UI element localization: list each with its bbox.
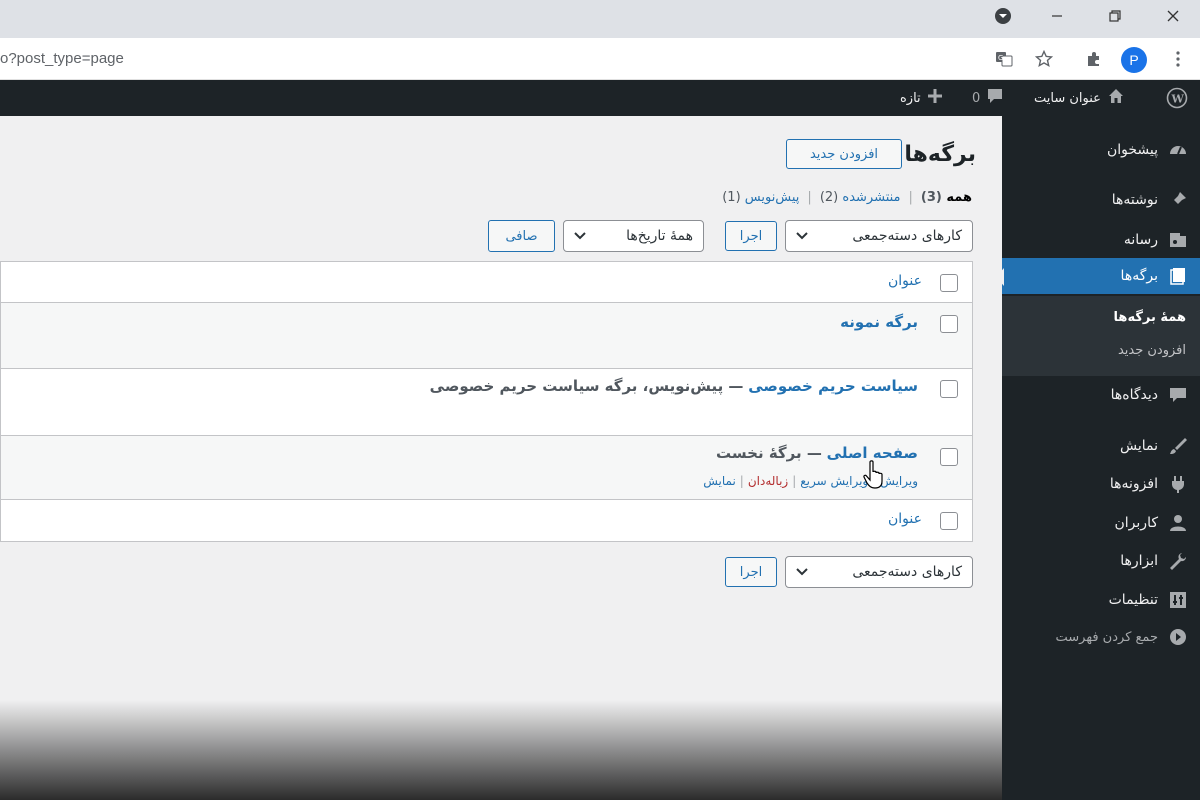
close-icon[interactable] bbox=[1150, 0, 1196, 32]
row-title: سیاست حریم خصوصی — پیش‌نویس، برگه سیاست … bbox=[429, 377, 918, 395]
address-bar: o?post_type=page G bbox=[0, 38, 1200, 80]
site-name: عنوان سایت bbox=[1034, 90, 1101, 106]
row-checkbox[interactable] bbox=[940, 380, 958, 398]
date-filter-select[interactable]: همهٔ تاریخ‌ها bbox=[563, 220, 704, 252]
sidebar-item-tools[interactable]: ابزارها bbox=[1002, 543, 1200, 579]
filter-draft[interactable]: پیش‌نویس (1) bbox=[722, 190, 799, 205]
comments-count: 0 bbox=[972, 90, 981, 106]
trash-link[interactable]: زباله‌دان bbox=[748, 474, 788, 488]
pages-icon bbox=[1168, 266, 1188, 286]
sidebar-item-users[interactable]: کاربران bbox=[1002, 505, 1200, 541]
browser-titlebar bbox=[0, 0, 1200, 38]
dashboard-icon bbox=[1168, 140, 1188, 160]
filter-all[interactable]: همه (3) bbox=[921, 190, 972, 205]
tab-search-icon[interactable] bbox=[980, 0, 1026, 32]
column-title-footer[interactable]: عنوان bbox=[888, 511, 922, 527]
media-icon bbox=[1168, 230, 1188, 250]
select-all-checkbox-footer[interactable] bbox=[940, 512, 958, 530]
user-icon bbox=[1168, 513, 1188, 533]
sidebar-item-posts[interactable]: نوشته‌ها bbox=[1002, 182, 1200, 218]
bookmark-star-icon[interactable] bbox=[1032, 47, 1056, 71]
profile-avatar[interactable]: P bbox=[1121, 47, 1147, 73]
row-title-link[interactable]: سیاست حریم خصوصی bbox=[748, 377, 918, 395]
apply-button-bottom[interactable]: اجرا bbox=[725, 557, 777, 587]
site-name-link[interactable]: عنوان سایت bbox=[1034, 80, 1125, 116]
add-new-button[interactable]: افزودن جدید bbox=[786, 139, 902, 169]
row-checkbox[interactable] bbox=[940, 315, 958, 333]
main-content: برگه‌ها افزودن جدید همه (3) | منتشرشده (… bbox=[0, 116, 1002, 800]
collapse-icon bbox=[1168, 627, 1188, 647]
wrench-icon bbox=[1168, 551, 1188, 571]
minimize-icon[interactable] bbox=[1034, 0, 1080, 32]
plus-icon bbox=[927, 88, 943, 108]
row-checkbox[interactable] bbox=[940, 448, 958, 466]
table-footer-row: عنوان bbox=[1, 500, 972, 541]
pages-table: عنوان برگه نمونه سیاست حریم خصوصی — پیش‌… bbox=[0, 261, 973, 542]
view-link[interactable]: نمایش bbox=[703, 474, 736, 488]
table-row: برگه نمونه bbox=[1, 303, 972, 369]
sidebar-collapse-menu[interactable]: جمع کردن فهرست bbox=[1002, 619, 1200, 655]
submenu-add-new[interactable]: افزودن جدید bbox=[1118, 343, 1186, 358]
bottom-shade bbox=[0, 700, 1002, 800]
table-header-row: عنوان bbox=[1, 262, 972, 303]
wp-admin-bar: W عنوان سایت 0 تازه bbox=[0, 80, 1200, 116]
status-filter-links: همه (3) | منتشرشده (2) | پیش‌نویس (1) bbox=[722, 190, 972, 205]
sidebar-item-appearance[interactable]: نمایش bbox=[1002, 428, 1200, 464]
apply-button-top[interactable]: اجرا bbox=[725, 221, 777, 251]
chevron-down-icon bbox=[796, 566, 808, 579]
hand-pointer-icon bbox=[863, 460, 883, 489]
extensions-icon[interactable] bbox=[1082, 47, 1106, 71]
sidebar-item-plugins[interactable]: افزونه‌ها bbox=[1002, 466, 1200, 502]
row-title: برگه نمونه bbox=[840, 313, 918, 331]
column-title-header[interactable]: عنوان bbox=[888, 273, 922, 289]
row-title-link[interactable]: برگه نمونه bbox=[840, 313, 918, 331]
filter-button[interactable]: صافی bbox=[488, 220, 555, 252]
settings-icon bbox=[1168, 590, 1188, 610]
pages-submenu: همهٔ برگه‌ها افزودن جدید bbox=[1002, 296, 1200, 376]
comments-link[interactable]: 0 bbox=[972, 80, 1004, 116]
admin-sidebar: پیشخوان نوشته‌ها رسانه برگه‌ها همهٔ برگه… bbox=[1002, 116, 1200, 800]
comment-bubble-icon bbox=[986, 87, 1004, 109]
sidebar-item-media[interactable]: رسانه bbox=[1002, 222, 1200, 258]
submenu-all-pages[interactable]: همهٔ برگه‌ها bbox=[1114, 310, 1186, 325]
url-text[interactable]: o?post_type=page bbox=[0, 50, 124, 67]
sidebar-item-dashboard[interactable]: پیشخوان bbox=[1002, 132, 1200, 168]
select-all-checkbox[interactable] bbox=[940, 274, 958, 292]
table-row: سیاست حریم خصوصی — پیش‌نویس، برگه سیاست … bbox=[1, 369, 972, 436]
new-label: تازه bbox=[900, 90, 921, 106]
brush-icon bbox=[1168, 436, 1188, 456]
pin-icon bbox=[1168, 190, 1188, 210]
home-icon bbox=[1107, 87, 1125, 109]
sidebar-item-settings[interactable]: تنظیمات bbox=[1002, 582, 1200, 618]
bulk-actions-select-bottom[interactable]: کارهای دسته‌جمعی bbox=[785, 556, 973, 588]
new-content-link[interactable]: تازه bbox=[900, 80, 943, 116]
chevron-down-icon bbox=[574, 230, 586, 243]
svg-text:W: W bbox=[1171, 93, 1185, 106]
page-title: برگه‌ها bbox=[904, 142, 976, 167]
restore-icon[interactable] bbox=[1092, 0, 1138, 32]
chevron-down-icon bbox=[796, 230, 808, 243]
bulk-actions-select-top[interactable]: کارهای دسته‌جمعی bbox=[785, 220, 973, 252]
svg-text:G: G bbox=[998, 54, 1003, 62]
menu-icon[interactable] bbox=[1166, 47, 1190, 71]
comment-icon bbox=[1168, 385, 1188, 405]
filter-published[interactable]: منتشرشده (2) bbox=[820, 190, 901, 205]
quick-edit-link[interactable]: ویرایش سریع bbox=[800, 474, 868, 488]
sidebar-item-pages[interactable]: برگه‌ها bbox=[1002, 258, 1200, 294]
table-row: صفحه اصلی — برگهٔ نخست ویرایش | ویرایش س… bbox=[1, 436, 972, 500]
sidebar-item-comments[interactable]: دیدگاه‌ها bbox=[1002, 377, 1200, 413]
translate-icon[interactable]: G bbox=[992, 47, 1016, 71]
wp-logo-icon[interactable]: W bbox=[1166, 80, 1188, 116]
plugin-icon bbox=[1168, 474, 1188, 494]
